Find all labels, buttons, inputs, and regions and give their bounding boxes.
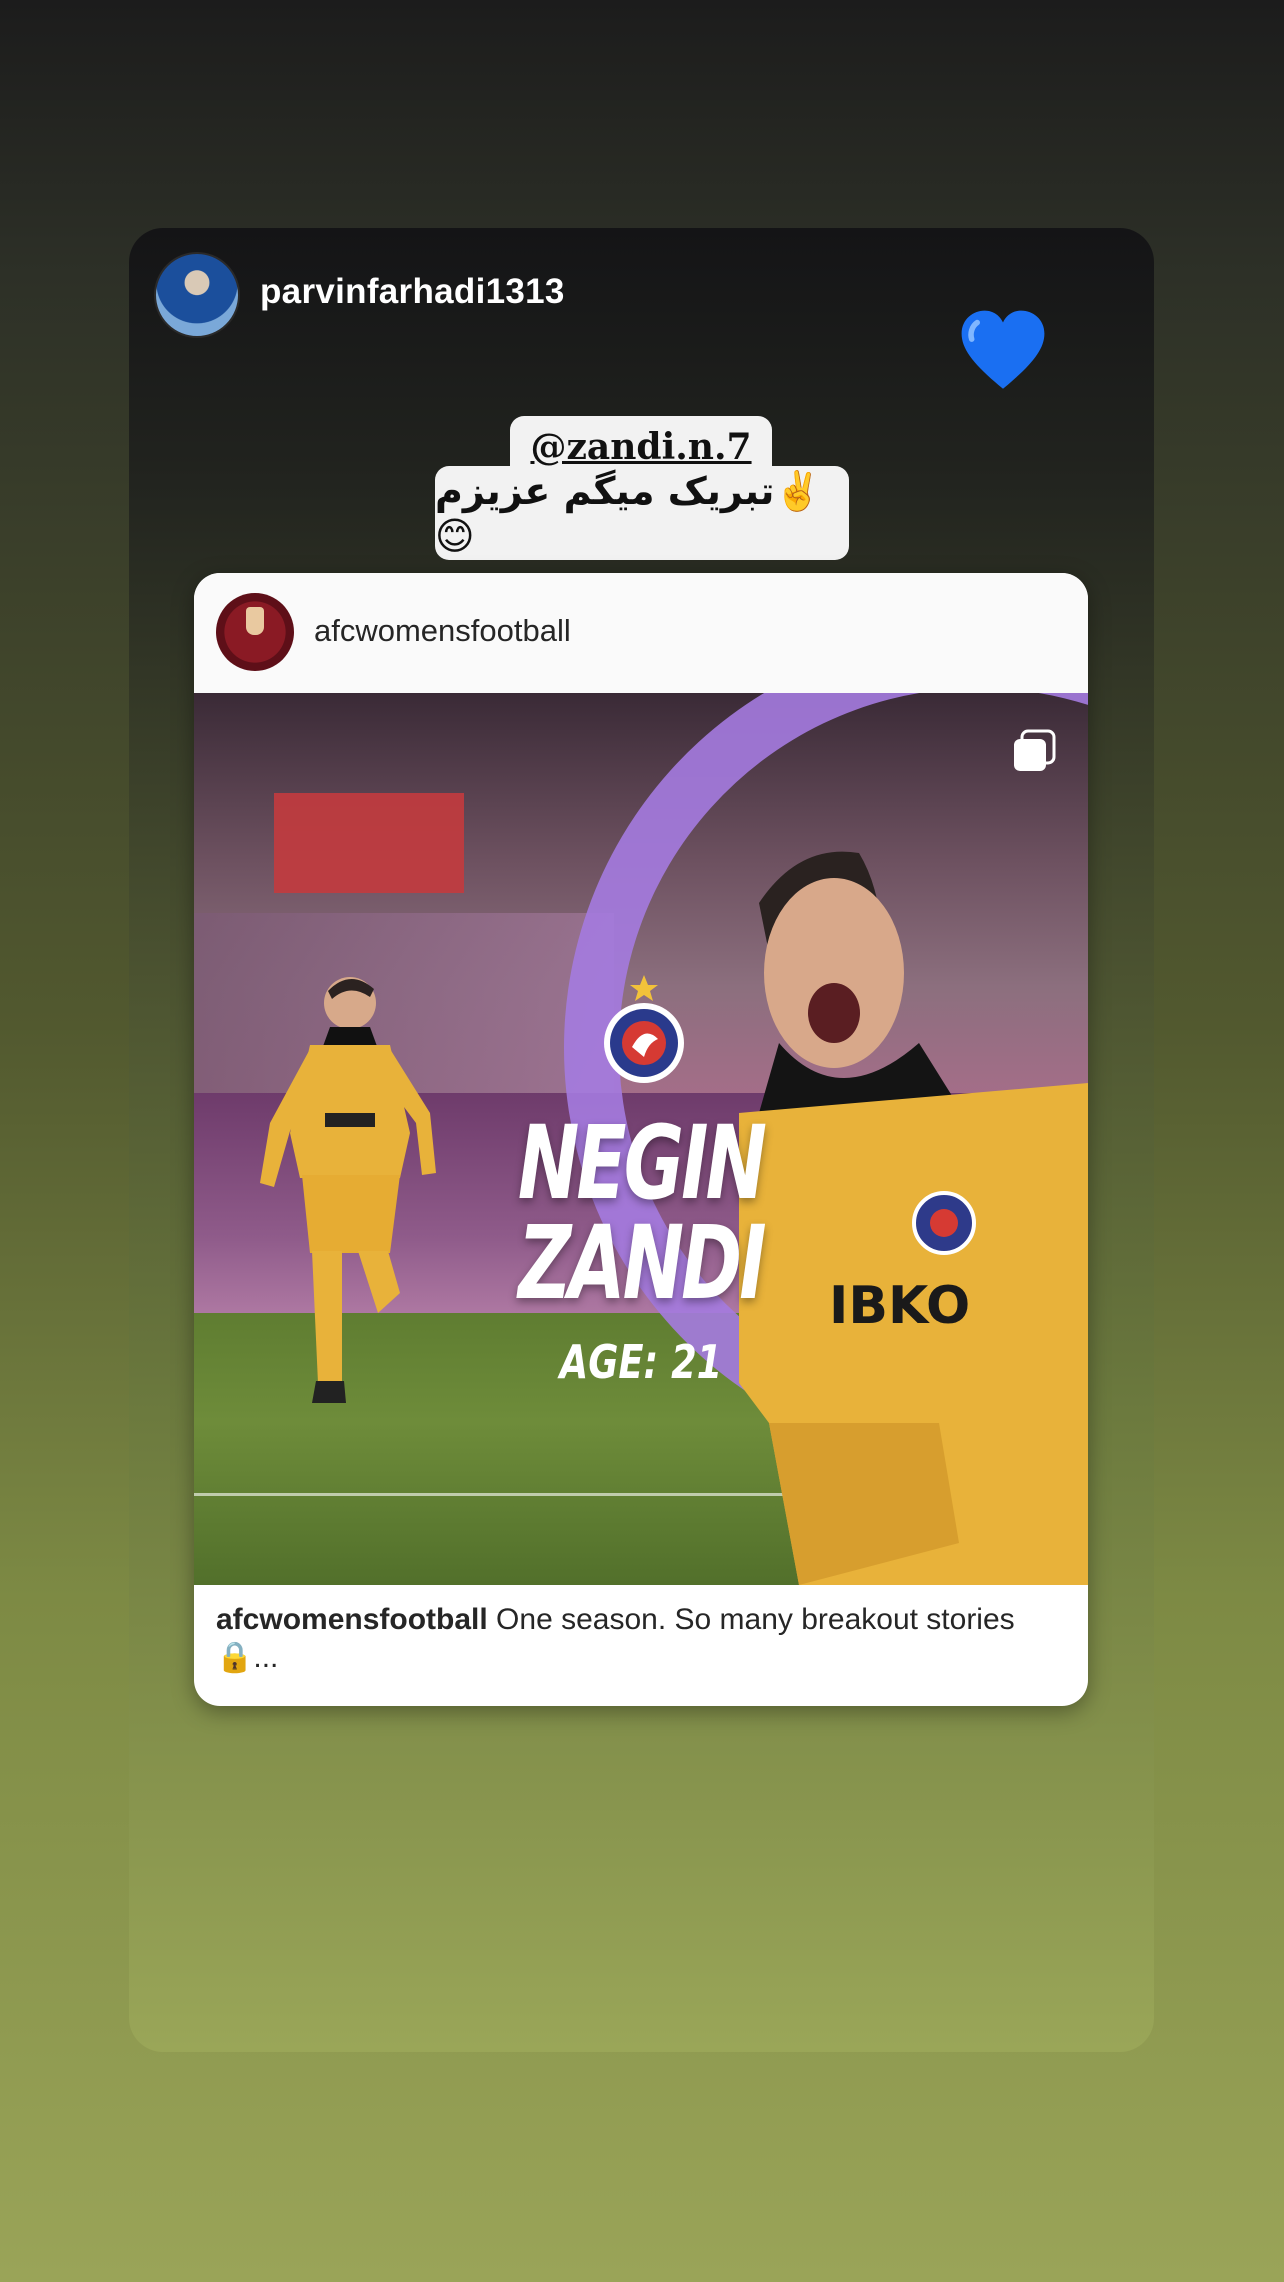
post-caption: afcwomensfootball One season. So many br… bbox=[216, 1601, 1066, 1677]
shared-post[interactable]: afcwomensfootball IBKO NEGIN ZANDI AGE: … bbox=[194, 573, 1088, 1706]
player-first-name: NEGIN bbox=[517, 1104, 767, 1223]
trophy-icon bbox=[246, 607, 264, 635]
multiple-images-icon bbox=[1014, 729, 1056, 771]
player-age: AGE: 21 bbox=[559, 1335, 723, 1389]
author-avatar[interactable] bbox=[154, 252, 240, 338]
author-username[interactable]: parvinfarhadi1313 bbox=[260, 272, 565, 312]
post-username[interactable]: afcwomensfootball bbox=[314, 613, 571, 649]
post-avatar[interactable] bbox=[216, 593, 294, 671]
post-image[interactable]: IBKO NEGIN ZANDI AGE: 21 bbox=[194, 693, 1088, 1585]
blue-heart-icon bbox=[961, 310, 1045, 389]
player-last-name: ZANDI bbox=[518, 1204, 766, 1323]
caption-username[interactable]: afcwomensfootball bbox=[216, 1603, 488, 1636]
story-card: parvinfarhadi1313 @zandi.n.7 تبریک میگم … bbox=[129, 228, 1154, 2052]
post-header: afcwomensfootball bbox=[194, 573, 1088, 693]
club-badge-icon bbox=[604, 975, 684, 1083]
red-flag bbox=[274, 793, 464, 893]
story-caption-text: تبریک میگم عزیزم✌️😊 bbox=[435, 466, 849, 560]
